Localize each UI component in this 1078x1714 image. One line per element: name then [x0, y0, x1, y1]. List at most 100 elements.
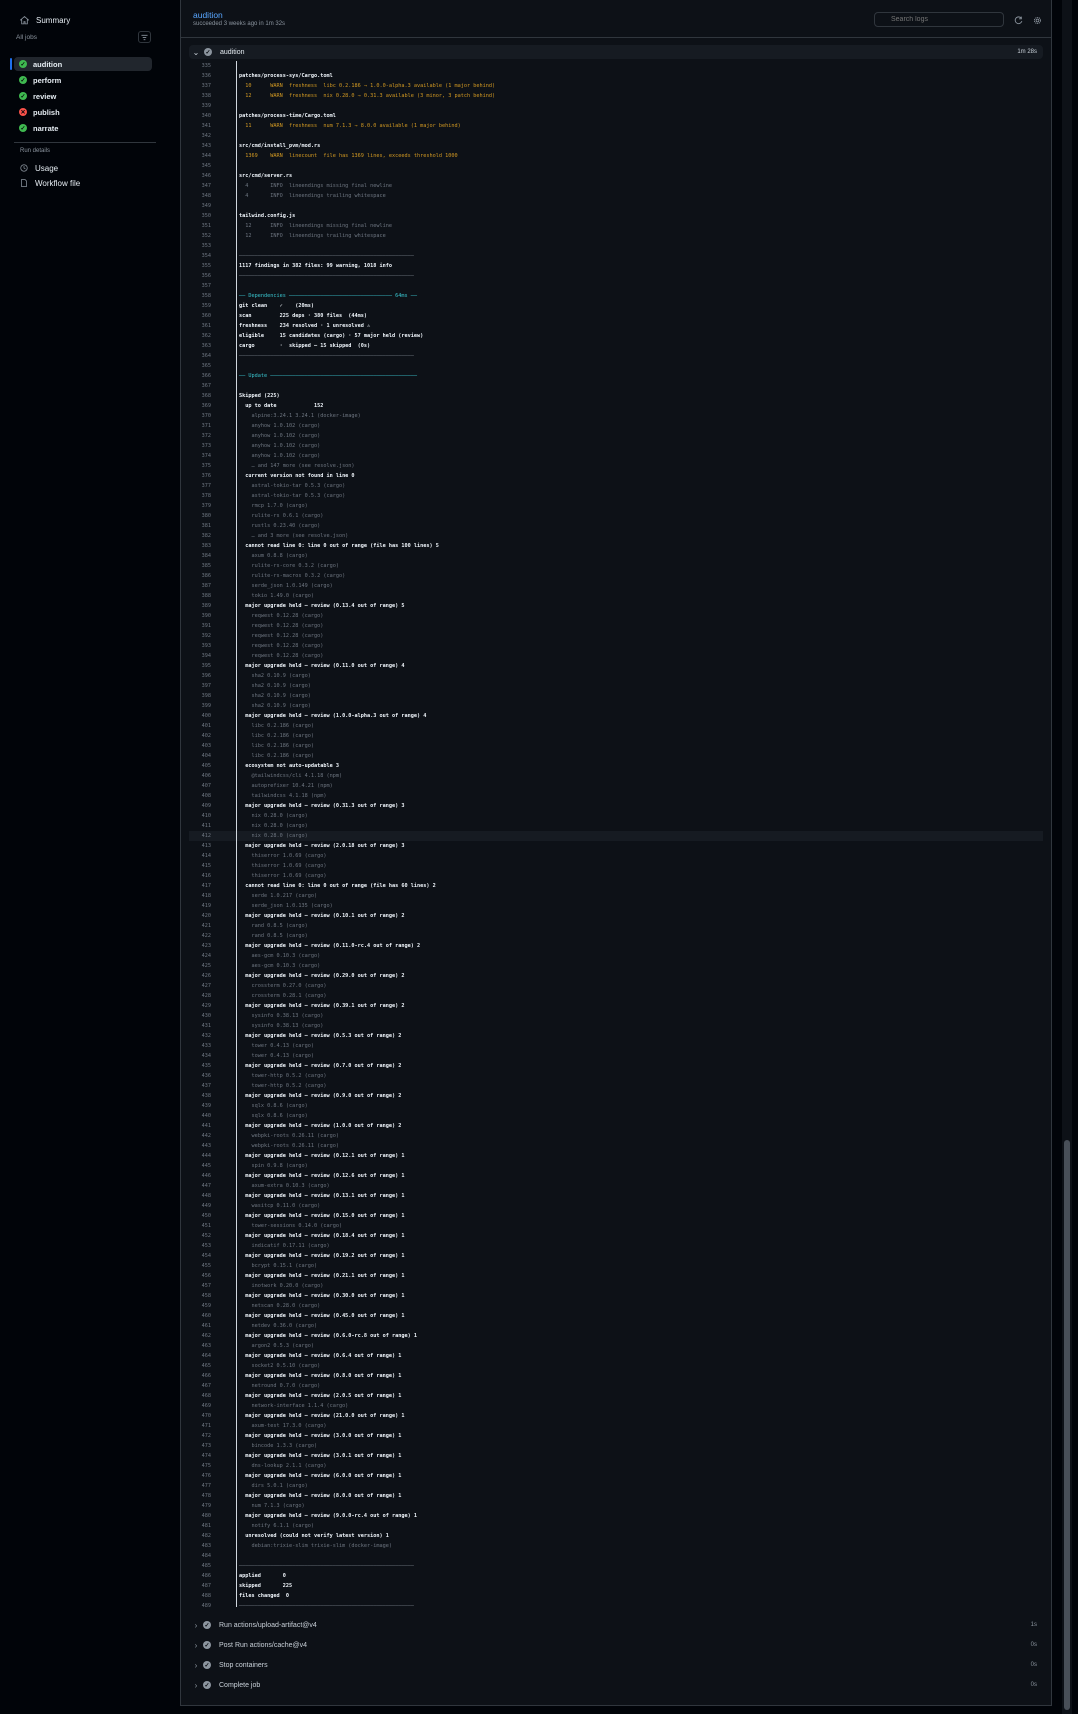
- log-line[interactable]: 338 12 WARN freshness nix 0.28.0 → 0.31.…: [189, 91, 1043, 101]
- log-line[interactable]: 354 ─────────────────────────────────────…: [189, 251, 1043, 261]
- line-number[interactable]: 464: [189, 1351, 211, 1361]
- log-line[interactable]: 367: [189, 381, 1043, 391]
- line-number[interactable]: 406: [189, 771, 211, 781]
- line-number[interactable]: 443: [189, 1141, 211, 1151]
- log-line[interactable]: 346 src/cmd/server.rs: [189, 171, 1043, 181]
- line-number[interactable]: 367: [189, 381, 211, 391]
- line-number[interactable]: 423: [189, 941, 211, 951]
- log-line[interactable]: 460 major upgrade held — review (0.45.0 …: [189, 1311, 1043, 1321]
- line-number[interactable]: 458: [189, 1291, 211, 1301]
- log-line[interactable]: 372 anyhow 1.0.102 (cargo): [189, 431, 1043, 441]
- log-line[interactable]: 422 rand 0.8.5 (cargo): [189, 931, 1043, 941]
- log-line[interactable]: 345: [189, 161, 1043, 171]
- line-number[interactable]: 469: [189, 1401, 211, 1411]
- line-number[interactable]: 453: [189, 1241, 211, 1251]
- log-line[interactable]: 448 major upgrade held — review (0.13.1 …: [189, 1191, 1043, 1201]
- log-line[interactable]: 376 current version not found in line 0: [189, 471, 1043, 481]
- log-line[interactable]: 384 axum 0.8.8 (cargo): [189, 551, 1043, 561]
- log-line[interactable]: 391 reqwest 0.12.28 (cargo): [189, 621, 1043, 631]
- log-line[interactable]: 352 12 INFO lineendings trailing whitesp…: [189, 231, 1043, 241]
- log-line[interactable]: 439 sqlx 0.8.6 (cargo): [189, 1101, 1043, 1111]
- log-line[interactable]: 456 major upgrade held — review (0.21.1 …: [189, 1271, 1043, 1281]
- line-number[interactable]: 448: [189, 1191, 211, 1201]
- line-number[interactable]: 358: [189, 291, 211, 301]
- line-number[interactable]: 430: [189, 1011, 211, 1021]
- line-number[interactable]: 461: [189, 1321, 211, 1331]
- line-number[interactable]: 431: [189, 1021, 211, 1031]
- line-number[interactable]: 366: [189, 371, 211, 381]
- line-number[interactable]: 373: [189, 441, 211, 451]
- log-line[interactable]: 409 major upgrade held — review (0.31.3 …: [189, 801, 1043, 811]
- sidebar-job-publish[interactable]: ✕ publish: [14, 105, 152, 119]
- log-line[interactable]: 360 scan 225 deps · 380 files (44ms): [189, 311, 1043, 321]
- line-number[interactable]: 451: [189, 1221, 211, 1231]
- log-line[interactable]: 417 cannot read line 0: line 0 out of ra…: [189, 881, 1043, 891]
- line-number[interactable]: 474: [189, 1451, 211, 1461]
- line-number[interactable]: 408: [189, 791, 211, 801]
- log-line[interactable]: 469 network-interface 1.1.4 (cargo): [189, 1401, 1043, 1411]
- line-number[interactable]: 459: [189, 1301, 211, 1311]
- line-number[interactable]: 388: [189, 591, 211, 601]
- log-line[interactable]: 450 major upgrade held — review (0.15.0 …: [189, 1211, 1043, 1221]
- step-header-audition[interactable]: ⌄ ✓ audition 1m 28s: [189, 45, 1043, 59]
- scrollbar-thumb[interactable]: [1064, 1140, 1070, 1710]
- line-number[interactable]: 394: [189, 651, 211, 661]
- log-line[interactable]: 467 netround 0.7.0 (cargo): [189, 1381, 1043, 1391]
- line-number[interactable]: 438: [189, 1091, 211, 1101]
- step-row[interactable]: › ✓ Run actions/upload-artifact@v4 1s: [189, 1618, 1043, 1632]
- line-number[interactable]: 446: [189, 1171, 211, 1181]
- line-number[interactable]: 369: [189, 401, 211, 411]
- log-line[interactable]: 452 major upgrade held — review (0.18.4 …: [189, 1231, 1043, 1241]
- log-line[interactable]: 431 sysinfo 0.38.13 (cargo): [189, 1021, 1043, 1031]
- log-line[interactable]: 472 major upgrade held — review (3.0.0 o…: [189, 1431, 1043, 1441]
- log-line[interactable]: 401 libc 0.2.186 (cargo): [189, 721, 1043, 731]
- sidebar-job-narrate[interactable]: ✓ narrate: [14, 121, 152, 135]
- line-number[interactable]: 483: [189, 1541, 211, 1551]
- log-line[interactable]: 477 dirs 5.0.1 (cargo): [189, 1481, 1043, 1491]
- line-number[interactable]: 455: [189, 1261, 211, 1271]
- line-number[interactable]: 392: [189, 631, 211, 641]
- log-line[interactable]: 446 major upgrade held — review (0.12.6 …: [189, 1171, 1043, 1181]
- log-line[interactable]: 411 nix 0.28.0 (cargo): [189, 821, 1043, 831]
- line-number[interactable]: 433: [189, 1041, 211, 1051]
- line-number[interactable]: 377: [189, 481, 211, 491]
- log-line[interactable]: 406 @tailwindcss/cli 4.1.18 (npm): [189, 771, 1043, 781]
- sidebar-job-audition[interactable]: ✓ audition: [10, 57, 152, 71]
- line-number[interactable]: 349: [189, 201, 211, 211]
- line-number[interactable]: 343: [189, 141, 211, 151]
- line-number[interactable]: 429: [189, 1001, 211, 1011]
- log-line[interactable]: 481 notify 6.1.1 (cargo): [189, 1521, 1043, 1531]
- line-number[interactable]: 416: [189, 871, 211, 881]
- log-line[interactable]: 482 unresolved (could not verify latest …: [189, 1531, 1043, 1541]
- log-line[interactable]: 363 cargo · skipped — 15 skipped (0s): [189, 341, 1043, 351]
- log-line[interactable]: 388 tokio 1.49.0 (cargo): [189, 591, 1043, 601]
- log-line[interactable]: 389 major upgrade held — review (0.13.4 …: [189, 601, 1043, 611]
- line-number[interactable]: 426: [189, 971, 211, 981]
- log-line[interactable]: 459 netscan 0.28.0 (cargo): [189, 1301, 1043, 1311]
- line-number[interactable]: 382: [189, 531, 211, 541]
- line-number[interactable]: 378: [189, 491, 211, 501]
- line-number[interactable]: 472: [189, 1431, 211, 1441]
- log-line[interactable]: 340 patches/process-time/Cargo.toml: [189, 111, 1043, 121]
- line-number[interactable]: 444: [189, 1151, 211, 1161]
- log-line[interactable]: 337 10 WARN freshness libc 0.2.186 → 1.0…: [189, 81, 1043, 91]
- step-row[interactable]: › ✓ Post Run actions/cache@v4 0s: [189, 1638, 1043, 1652]
- line-number[interactable]: 400: [189, 711, 211, 721]
- line-number[interactable]: 479: [189, 1501, 211, 1511]
- line-number[interactable]: 383: [189, 541, 211, 551]
- log-line[interactable]: 370 alpine:3.24.1 3.24.1 (docker-image): [189, 411, 1043, 421]
- log-line[interactable]: 400 major upgrade held — review (1.0.0-a…: [189, 711, 1043, 721]
- log-line[interactable]: 479 num 7.1.3 (cargo): [189, 1501, 1043, 1511]
- line-number[interactable]: 477: [189, 1481, 211, 1491]
- log-line[interactable]: 458 major upgrade held — review (0.30.0 …: [189, 1291, 1043, 1301]
- line-number[interactable]: 387: [189, 581, 211, 591]
- line-number[interactable]: 359: [189, 301, 211, 311]
- line-number[interactable]: 391: [189, 621, 211, 631]
- log-line[interactable]: 449 wasitcp 0.11.0 (cargo): [189, 1201, 1043, 1211]
- log-line[interactable]: 382 … and 3 more (see resolve.json): [189, 531, 1043, 541]
- line-number[interactable]: 384: [189, 551, 211, 561]
- line-number[interactable]: 390: [189, 611, 211, 621]
- log-line[interactable]: 394 reqwest 0.12.28 (cargo): [189, 651, 1043, 661]
- log-line[interactable]: 440 sqlx 0.8.6 (cargo): [189, 1111, 1043, 1121]
- line-number[interactable]: 413: [189, 841, 211, 851]
